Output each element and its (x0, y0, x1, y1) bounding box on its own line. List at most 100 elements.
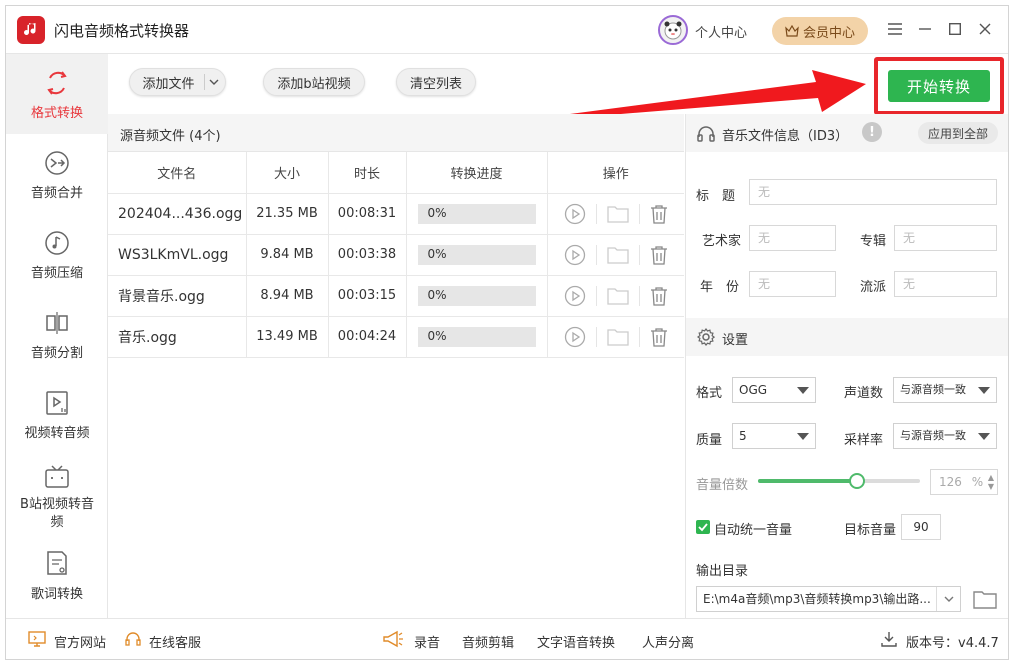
play-icon[interactable] (564, 326, 586, 348)
clear-list-button[interactable]: 清空列表 (396, 68, 476, 96)
id3-album-input[interactable]: 无 (894, 225, 997, 251)
sidebar-item-label: 格式转换 (30, 106, 83, 121)
chevron-down-icon[interactable] (204, 74, 219, 90)
minimize-icon[interactable] (914, 18, 936, 40)
sidebar-item-label: 音频分割 (30, 346, 83, 361)
file-duration: 00:08:31 (328, 193, 407, 235)
volume-input[interactable]: 126 % ▲ ▼ (930, 469, 998, 495)
vip-center-button[interactable]: 会员中心 (772, 17, 868, 45)
apply-to-all-button[interactable]: 应用到全部 (918, 122, 998, 144)
record-link[interactable]: 录音 (414, 632, 440, 651)
quality-label: 质量 (696, 433, 723, 448)
table-row[interactable]: WS3LKmVL.ogg 9.84 MB 00:03:38 0% (108, 234, 684, 276)
id3-genre-input[interactable]: 无 (894, 271, 997, 297)
volume-slider[interactable] (758, 473, 920, 489)
column-header: 转换进度 (406, 152, 548, 194)
table-row[interactable]: 音乐.ogg 13.49 MB 00:04:24 0% (108, 316, 684, 358)
user-center-link[interactable]: 个人中心 (695, 22, 747, 41)
id3-artist-input[interactable]: 无 (749, 225, 836, 251)
footer: 官方网站 在线客服 录音 音频剪辑 文字语音转换 人声分离 版本号：v4.4.7 (6, 618, 1008, 659)
chevron-down-icon (978, 387, 990, 394)
auto-volume-label: 自动统一音量 (714, 523, 793, 538)
folder-icon[interactable] (973, 589, 997, 609)
year-label: 年 份 (700, 280, 740, 295)
album-label: 专辑 (860, 234, 887, 249)
volume-label: 音量倍数 (696, 478, 749, 493)
folder-icon[interactable] (607, 328, 629, 346)
output-dir-select[interactable]: E:\m4a音频\mp3\音频转换mp3\输出路... (696, 586, 961, 612)
channel-select[interactable]: 与源音频一致 (893, 377, 997, 403)
divider (638, 285, 640, 306)
table-row[interactable]: 202404...436.ogg 21.35 MB 00:08:31 0% (108, 193, 684, 235)
maximize-icon[interactable] (944, 18, 966, 40)
online-service-link[interactable]: 在线客服 (149, 632, 201, 651)
sidebar-item-lyrics-convert[interactable]: 歌词转换 (6, 540, 108, 620)
lyrics-icon (47, 551, 67, 575)
split-icon (46, 312, 68, 334)
file-table: 文件名 大小 时长 转换进度 操作 202404...436.ogg 21.35… (108, 152, 684, 358)
title-bar: 闪电音频格式转换器 个人中心 会员中心 (6, 6, 1008, 54)
file-list-panel: 源音频文件 (4个) 文件名 大小 时长 转换进度 操作 202404...43… (108, 114, 684, 618)
trash-icon[interactable] (650, 245, 668, 265)
gear-icon (696, 327, 716, 346)
trash-icon[interactable] (650, 286, 668, 306)
operations-cell (547, 193, 684, 235)
progress-bar: 0% (417, 203, 536, 224)
close-icon[interactable] (974, 18, 996, 40)
user-avatar[interactable] (658, 15, 688, 45)
quality-select[interactable]: 5 (732, 423, 816, 449)
info-warning-icon[interactable]: ! (862, 122, 882, 142)
play-icon[interactable] (564, 285, 586, 307)
sidebar-item-video-to-audio[interactable]: 视频转音频 (6, 374, 108, 454)
sidebar-item-audio-split[interactable]: 音频分割 (6, 294, 108, 374)
id3-info-title: 音乐文件信息（ID3） (722, 129, 849, 144)
table-row[interactable]: 背景音乐.ogg 8.94 MB 00:03:15 0% (108, 275, 684, 317)
menu-icon[interactable] (884, 18, 906, 40)
add-file-button[interactable]: 添加文件 (129, 68, 226, 96)
official-website-link[interactable]: 官方网站 (54, 632, 106, 651)
audio-edit-link[interactable]: 音频剪辑 (462, 632, 514, 651)
sidebar-item-format-convert[interactable]: 格式转换 (6, 54, 108, 134)
folder-icon[interactable] (607, 287, 629, 305)
spinner-icon[interactable]: ▲ ▼ (988, 473, 994, 491)
sidebar-item-bilibili-to-audio[interactable]: B站视频转音频 (6, 454, 108, 540)
chevron-down-icon (978, 433, 990, 440)
sidebar-item-label: 音频压缩 (30, 266, 83, 281)
sidebar-item-audio-merge[interactable]: 音频合并 (6, 134, 108, 214)
settings-title: 设置 (722, 333, 749, 348)
chevron-down-icon (797, 387, 809, 394)
play-icon[interactable] (564, 244, 586, 266)
table-header-row: 文件名 大小 时长 转换进度 操作 (108, 152, 684, 194)
samplerate-select[interactable]: 与源音频一致 (893, 423, 997, 449)
video-icon (46, 391, 68, 415)
format-select[interactable]: OGG (732, 377, 816, 403)
play-icon[interactable] (564, 203, 586, 225)
output-dir-value: E:\m4a音频\mp3\音频转换mp3\输出路... (703, 592, 931, 606)
version-label: 版本号：v4.4.7 (906, 636, 999, 651)
convert-icon (47, 71, 67, 95)
folder-icon[interactable] (607, 246, 629, 264)
chevron-down-icon (797, 433, 809, 440)
output-dir-label: 输出目录 (696, 564, 749, 579)
trash-icon[interactable] (650, 204, 668, 224)
start-convert-button[interactable]: 开始转换 (888, 70, 990, 102)
sidebar-item-label: 视频转音频 (24, 426, 90, 441)
column-header: 文件名 (108, 152, 247, 194)
target-volume-input[interactable]: 90 (901, 514, 941, 540)
id3-info-header: 音乐文件信息（ID3） ! 应用到全部 (686, 114, 1008, 152)
tts-link[interactable]: 文字语音转换 (537, 632, 615, 651)
crown-icon (785, 25, 799, 37)
folder-icon[interactable] (607, 205, 629, 223)
add-bilibili-video-button[interactable]: 添加b站视频 (263, 68, 365, 96)
file-duration: 00:04:24 (328, 316, 407, 358)
id3-year-input[interactable]: 无 (749, 271, 836, 297)
progress-text: 0% (427, 287, 447, 302)
file-duration: 00:03:15 (328, 275, 407, 317)
sidebar-item-label: 音频合并 (30, 186, 83, 201)
volume-slider-handle[interactable] (848, 473, 865, 489)
id3-title-input[interactable]: 无 (749, 179, 997, 205)
sidebar-item-audio-compress[interactable]: 音频压缩 (6, 214, 108, 294)
auto-volume-checkbox[interactable] (696, 520, 710, 534)
trash-icon[interactable] (650, 327, 668, 347)
vocal-separation-link[interactable]: 人声分离 (642, 632, 694, 651)
